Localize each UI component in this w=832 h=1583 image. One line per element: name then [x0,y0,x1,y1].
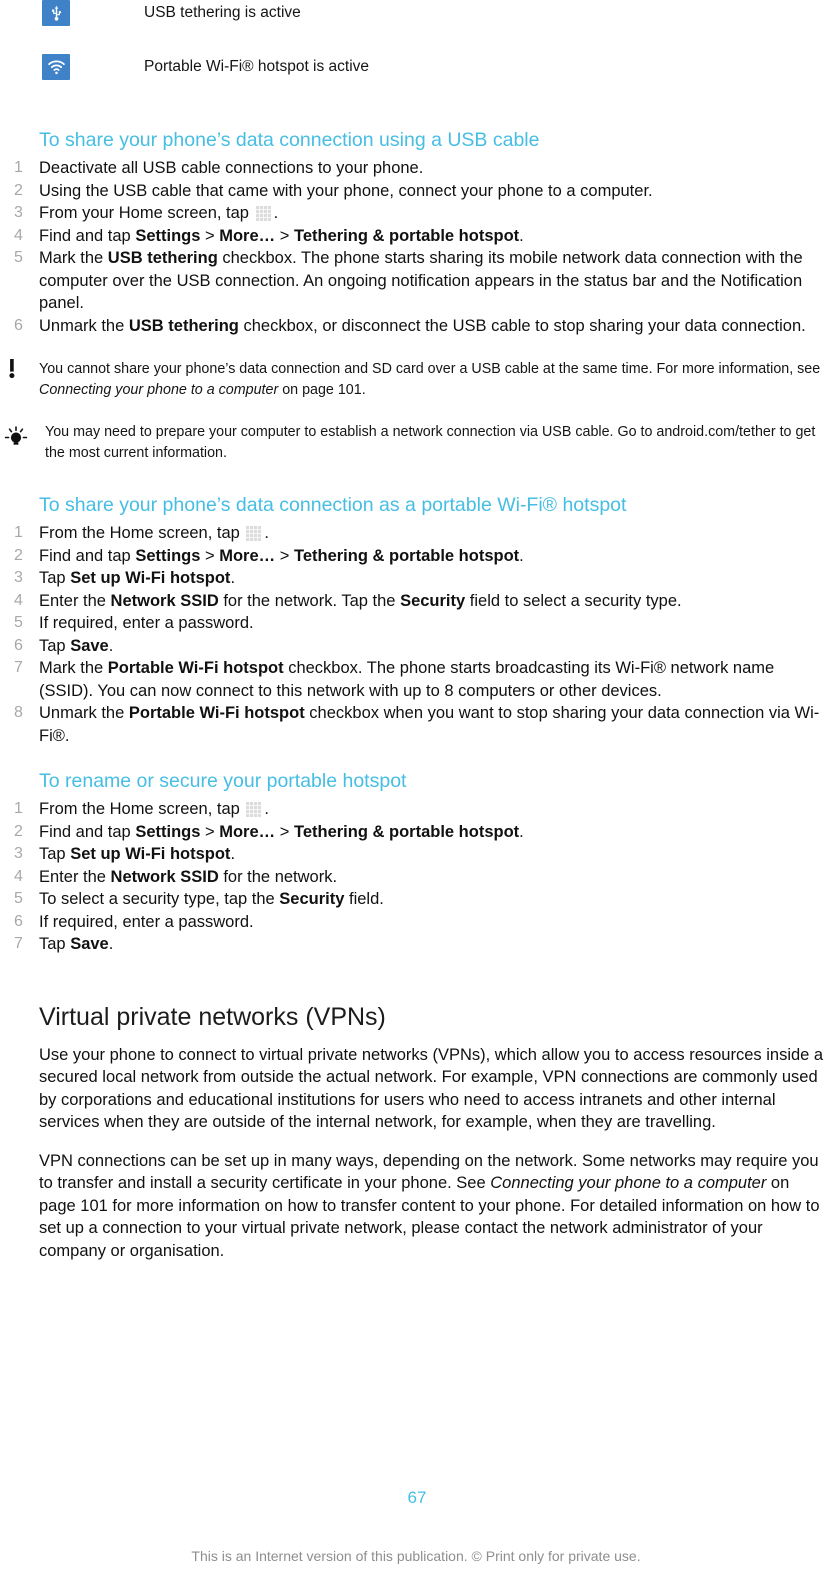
step-number: 2 [14,546,23,564]
step-item: 8 Unmark the Portable Wi-Fi hotspot chec… [0,702,832,747]
step-number: 3 [14,845,23,862]
step-item: 3 Tap Set up Wi-Fi hotspot. [0,567,832,590]
step-item: 2 Find and tap Settings > More… > Tether… [0,545,832,568]
exclamation-icon [8,359,28,381]
step-number: 4 [14,226,23,244]
step-text: Enter the Network SSID for the network. [39,867,338,886]
step-text: Tap Set up Wi-Fi hotspot. [39,845,236,863]
notification-row-wifi: Portable Wi-Fi® hotspot is active [0,54,832,94]
step-number: 1 [14,524,23,541]
step-text: From your Home screen, tap . [39,204,279,222]
steps-usb-cable: 1 Deactivate all USB cable connections t… [0,157,832,337]
step-number: 7 [14,659,23,676]
step-item: 7 Tap Save. [0,933,832,956]
step-text: Find and tap Settings > More… > Tetherin… [39,546,524,565]
step-number: 5 [14,249,23,266]
step-item: 4 Find and tap Settings > More… > Tether… [0,225,832,248]
heading-rename-hotspot: To rename or secure your portable hotspo… [39,770,407,792]
step-item: 1 From the Home screen, tap . [0,522,832,545]
step-text: If required, enter a password. [39,614,254,632]
step-item: 5 To select a security type, tap the Sec… [0,888,832,911]
step-item: 6 If required, enter a password. [0,911,832,934]
step-item: 5 If required, enter a password. [0,612,832,635]
step-number: 1 [14,800,23,817]
step-number: 6 [14,912,23,930]
step-text: Tap Save. [39,935,114,953]
step-text: Unmark the Portable Wi-Fi hotspot checkb… [39,704,820,745]
step-number: 3 [14,204,23,221]
app-drawer-grid-icon [255,205,271,221]
wifi-hotspot-icon [42,54,70,80]
step-number: 6 [14,636,23,654]
step-text: Deactivate all USB cable connections to … [39,159,424,177]
step-number: 1 [14,159,23,176]
step-text: Using the USB cable that came with your … [39,181,653,200]
step-text: If required, enter a password. [39,912,254,931]
step-text: Tap Save. [39,636,114,655]
step-number: 2 [14,822,23,840]
step-text: Tap Set up Wi-Fi hotspot. [39,569,236,587]
step-text: Enter the Network SSID for the network. … [39,591,682,610]
usb-tethering-icon [42,0,70,26]
heading-vpn: Virtual private networks (VPNs) [39,1002,386,1031]
step-text: Unmark the USB tethering checkbox, or di… [39,316,806,335]
note-callout: You cannot share your phone’s data conne… [0,359,832,400]
heading-wifi-hotspot: To share your phone’s data connection as… [39,494,627,516]
manual-page: USB tethering is active Portable Wi-Fi® … [0,0,832,1583]
tip-text: You may need to prepare your computer to… [45,424,816,461]
legal-notice: This is an Internet version of this publ… [191,1548,641,1564]
page-number: 67 [407,1488,427,1507]
step-number: 7 [14,935,23,952]
step-number: 8 [14,704,23,721]
step-item: 6 Unmark the USB tethering checkbox, or … [0,315,832,338]
notification-row-usb: USB tethering is active [0,0,832,40]
step-number: 6 [14,316,23,334]
vpn-paragraph-2: VPN connections can be set up in many wa… [39,1151,820,1260]
step-number: 2 [14,181,23,199]
step-text: To select a security type, tap the Secur… [39,890,384,908]
step-item: 1 Deactivate all USB cable connections t… [0,157,832,180]
lightbulb-icon [4,426,28,448]
notification-label-usb: USB tethering is active [144,4,301,21]
step-item: 6 Tap Save. [0,635,832,658]
step-number: 5 [14,614,23,631]
tip-callout: You may need to prepare your computer to… [0,422,832,463]
step-item: 3 From your Home screen, tap . [0,202,832,225]
step-number: 5 [14,890,23,907]
notification-list: USB tethering is active Portable Wi-Fi® … [0,0,832,94]
step-item: 7 Mark the Portable Wi-Fi hotspot checkb… [0,657,832,702]
step-item: 2 Using the USB cable that came with you… [0,180,832,203]
step-text: From the Home screen, tap . [39,800,270,818]
step-text: Find and tap Settings > More… > Tetherin… [39,822,524,841]
steps-wifi-hotspot: 1 From the Home screen, tap . 2 Find and… [0,522,832,747]
step-item: 1 From the Home screen, tap . [0,798,832,821]
step-number: 4 [14,591,23,609]
step-item: 5 Mark the USB tethering checkbox. The p… [0,247,832,315]
step-text: Mark the USB tethering checkbox. The pho… [39,249,803,312]
step-item: 4 Enter the Network SSID for the network… [0,866,832,889]
step-text: Mark the Portable Wi-Fi hotspot checkbox… [39,659,775,700]
note-text: You cannot share your phone’s data conne… [39,361,821,398]
step-text: From the Home screen, tap . [39,524,270,542]
app-drawer-grid-icon [246,525,262,541]
step-number: 4 [14,867,23,885]
step-text: Find and tap Settings > More… > Tetherin… [39,226,524,245]
app-drawer-grid-icon [246,801,262,817]
step-item: 4 Enter the Network SSID for the network… [0,590,832,613]
step-item: 2 Find and tap Settings > More… > Tether… [0,821,832,844]
heading-usb-cable: To share your phone’s data connection us… [39,129,540,151]
step-item: 3 Tap Set up Wi-Fi hotspot. [0,843,832,866]
notification-label-wifi: Portable Wi-Fi® hotspot is active [144,58,370,75]
steps-rename-hotspot: 1 From the Home screen, tap . 2 Find and… [0,798,832,956]
vpn-paragraph-1: Use your phone to connect to virtual pri… [39,1045,824,1132]
step-number: 3 [14,569,23,586]
